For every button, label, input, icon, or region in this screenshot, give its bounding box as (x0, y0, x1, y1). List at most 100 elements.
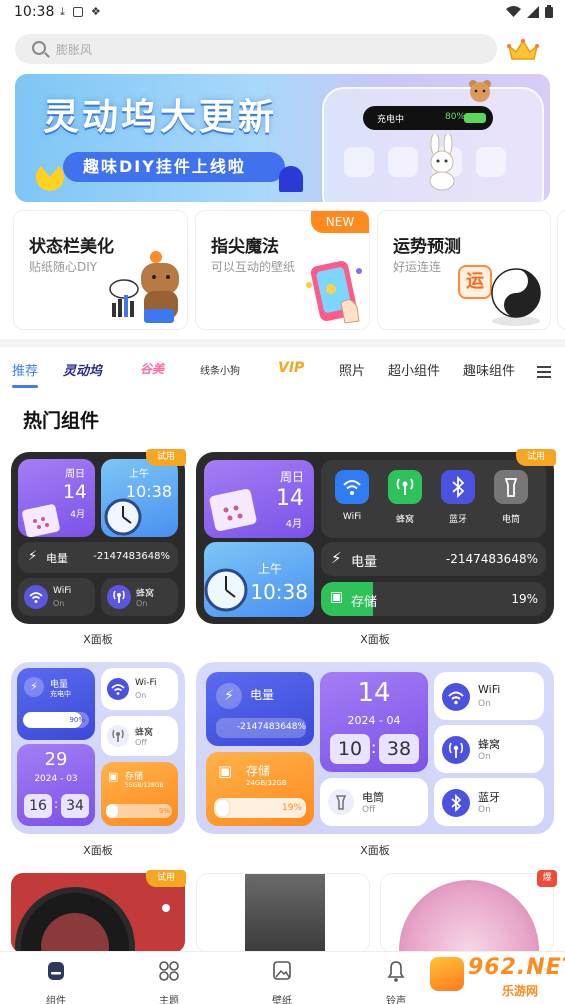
lightning-icon: ⚡ (331, 549, 342, 567)
island-label: 充电中 (377, 115, 405, 125)
flashlight-toggle-icon[interactable] (494, 470, 528, 504)
widget-caption: X面板 (83, 633, 113, 646)
capybara-illustration (109, 251, 179, 323)
date-tile: 周日 14 4月 (204, 460, 314, 538)
bluetooth-toggle-icon[interactable] (441, 470, 475, 504)
antenna-icon (107, 585, 131, 609)
app-notification-icon (72, 7, 83, 17)
save-icon: ▣ (108, 770, 119, 783)
wifi-tile: WiFi On (434, 672, 544, 720)
day-label: 14 (62, 481, 87, 503)
date-label: 2024 - 03 (34, 774, 78, 784)
tab-line-puppy[interactable]: 线条小狗 (200, 362, 240, 377)
feature-card-partial[interactable] (557, 210, 565, 330)
island-percent: 80% (445, 112, 466, 122)
banner-subtitle: 趣味DIY挂件上线啦 (63, 152, 285, 182)
time-label: 10:38 (250, 580, 308, 604)
feature-card-statusbar[interactable]: 状态栏美化 贴纸随心DIY (13, 210, 188, 330)
feature-subtitle: 好运连连 (393, 260, 442, 274)
cellular-toggle-icon[interactable] (388, 470, 422, 504)
battery-label: 电量 (250, 688, 275, 702)
wifi-label: WiFi (478, 683, 501, 696)
widget-caption: X面板 (360, 844, 390, 857)
toggles-tile: WiFi 蜂窝 蓝牙 电筒 (321, 460, 546, 538)
nav-wallpapers[interactable]: 壁纸 (252, 958, 312, 1004)
widget-card-avatar[interactable] (380, 873, 554, 953)
weekday-label: 周日 (65, 469, 85, 480)
nav-ringtones[interactable]: 铃声 (366, 958, 426, 1004)
battery-label: 电量 (351, 555, 378, 570)
ampm-label: 上午 (258, 562, 283, 576)
active-tab-indicator (12, 385, 38, 388)
crown-vip-icon[interactable] (506, 38, 540, 62)
widget-x-panel-small-light[interactable]: ⚡ 电量 充电中 90% Wi-Fi On 蜂窝 Off 29 2024 - 0… (11, 662, 185, 834)
section-divider (0, 339, 565, 347)
weekday-label: 周日 (279, 470, 304, 484)
search-bar[interactable] (15, 34, 497, 64)
feature-card-fingertip[interactable]: NEW 指尖魔法 可以互动的壁纸 (195, 210, 370, 330)
battery-value: -2147483648% (93, 551, 170, 562)
tab-photos[interactable]: 照片 (339, 360, 365, 379)
cellular-label: 蜂窝 (478, 738, 500, 751)
trial-badge: 试用 (516, 449, 556, 466)
widget-caption: X面板 (83, 844, 113, 857)
tab-menu-icon[interactable] (537, 366, 551, 378)
tab-fun-widgets[interactable]: 趣味组件 (463, 360, 515, 379)
clock-icon (204, 568, 248, 612)
feature-title: 运势预测 (393, 237, 461, 257)
storage-tile: ▣ 存储 55GB/128GB 9% (101, 762, 178, 826)
flashlight-tile: 电筒 Off (320, 778, 428, 826)
minute-label: 38 (379, 734, 419, 764)
widget-card-photo[interactable] (196, 873, 370, 953)
time-colon: : (371, 738, 377, 757)
wifi-toggle-icon[interactable] (335, 470, 369, 504)
wifi-tile: WiFi On (18, 578, 95, 616)
antenna-icon (442, 736, 470, 764)
widget-x-panel-small-dark[interactable]: 周日 14 4月 上午 10:38 ⚡ 电量 -2147483648% WiFi… (11, 452, 185, 624)
storage-progress (214, 798, 231, 818)
wifi-tile: Wi-Fi On (101, 668, 178, 710)
battery-tile: ⚡ 电量 -2147483648% (206, 672, 314, 746)
search-input[interactable] (56, 42, 456, 58)
notification-icons: ⤓ ❖ (60, 5, 101, 19)
cellular-state: Off (135, 738, 147, 747)
widget-x-panel-large-light[interactable]: ⚡ 电量 -2147483648% 14 2024 - 04 10 : 38 ▣… (196, 662, 554, 834)
nav-label: 组件 (46, 996, 66, 1004)
nav-themes[interactable]: 主题 (139, 958, 199, 1004)
bluetooth-icon (442, 789, 470, 817)
storage-label: 存储 (351, 595, 378, 610)
bear-illustration (469, 80, 491, 102)
antenna-icon (107, 725, 129, 747)
bluetooth-label: 蓝牙 (478, 791, 500, 804)
category-tabs: 推荐 灵动坞 谷美 线条小狗 VIP 照片 超小组件 趣味组件 (0, 352, 565, 388)
nav-label: 铃声 (386, 996, 406, 1004)
island-battery-icon (464, 113, 486, 123)
hour-label: 10 (330, 734, 370, 764)
magic-phone-illustration (306, 260, 362, 324)
search-icon (32, 41, 46, 55)
feature-subtitle: 贴纸随心DIY (29, 260, 98, 274)
battery-value: -2147483648% (236, 722, 306, 732)
fortune-badge-icon: 运 (458, 265, 492, 299)
wifi-icon (24, 585, 48, 609)
bluetooth-tile: 蓝牙 On (434, 778, 544, 826)
watermark-sub: 乐游网 (502, 984, 539, 998)
nav-widgets[interactable]: 组件 (26, 958, 86, 1004)
tab-vip[interactable]: VIP (278, 360, 304, 376)
storage-sub: 24GB/32GB (246, 779, 287, 787)
tab-recommend[interactable]: 推荐 (12, 360, 38, 379)
storage-percent: 19% (281, 803, 302, 813)
feature-card-fortune[interactable]: 运势预测 好运连连 运 (377, 210, 551, 330)
ampm-label: 上午 (129, 469, 149, 480)
tab-mini-widgets[interactable]: 超小组件 (388, 360, 440, 379)
banner-title: 灵动坞大更新 (43, 97, 278, 138)
status-time: 10:38 (14, 4, 55, 20)
tonearm-icon (159, 901, 173, 915)
wifi-signal-icon (506, 5, 521, 17)
tab-dynamic-dock[interactable]: 灵动坞 (63, 360, 102, 379)
cellular-label: 蜂窝 (136, 589, 155, 599)
tab-gumei[interactable]: 谷美 (140, 360, 164, 377)
widget-x-panel-large-dark[interactable]: 周日 14 4月 上午 10:38 WiFi 蜂窝 蓝牙 电筒 ⚡ 电量 -21… (196, 452, 554, 624)
promo-banner[interactable]: 灵动坞大更新 趣味DIY挂件上线啦 充电中 80% (15, 74, 550, 202)
watermark-logo-icon (430, 957, 464, 991)
